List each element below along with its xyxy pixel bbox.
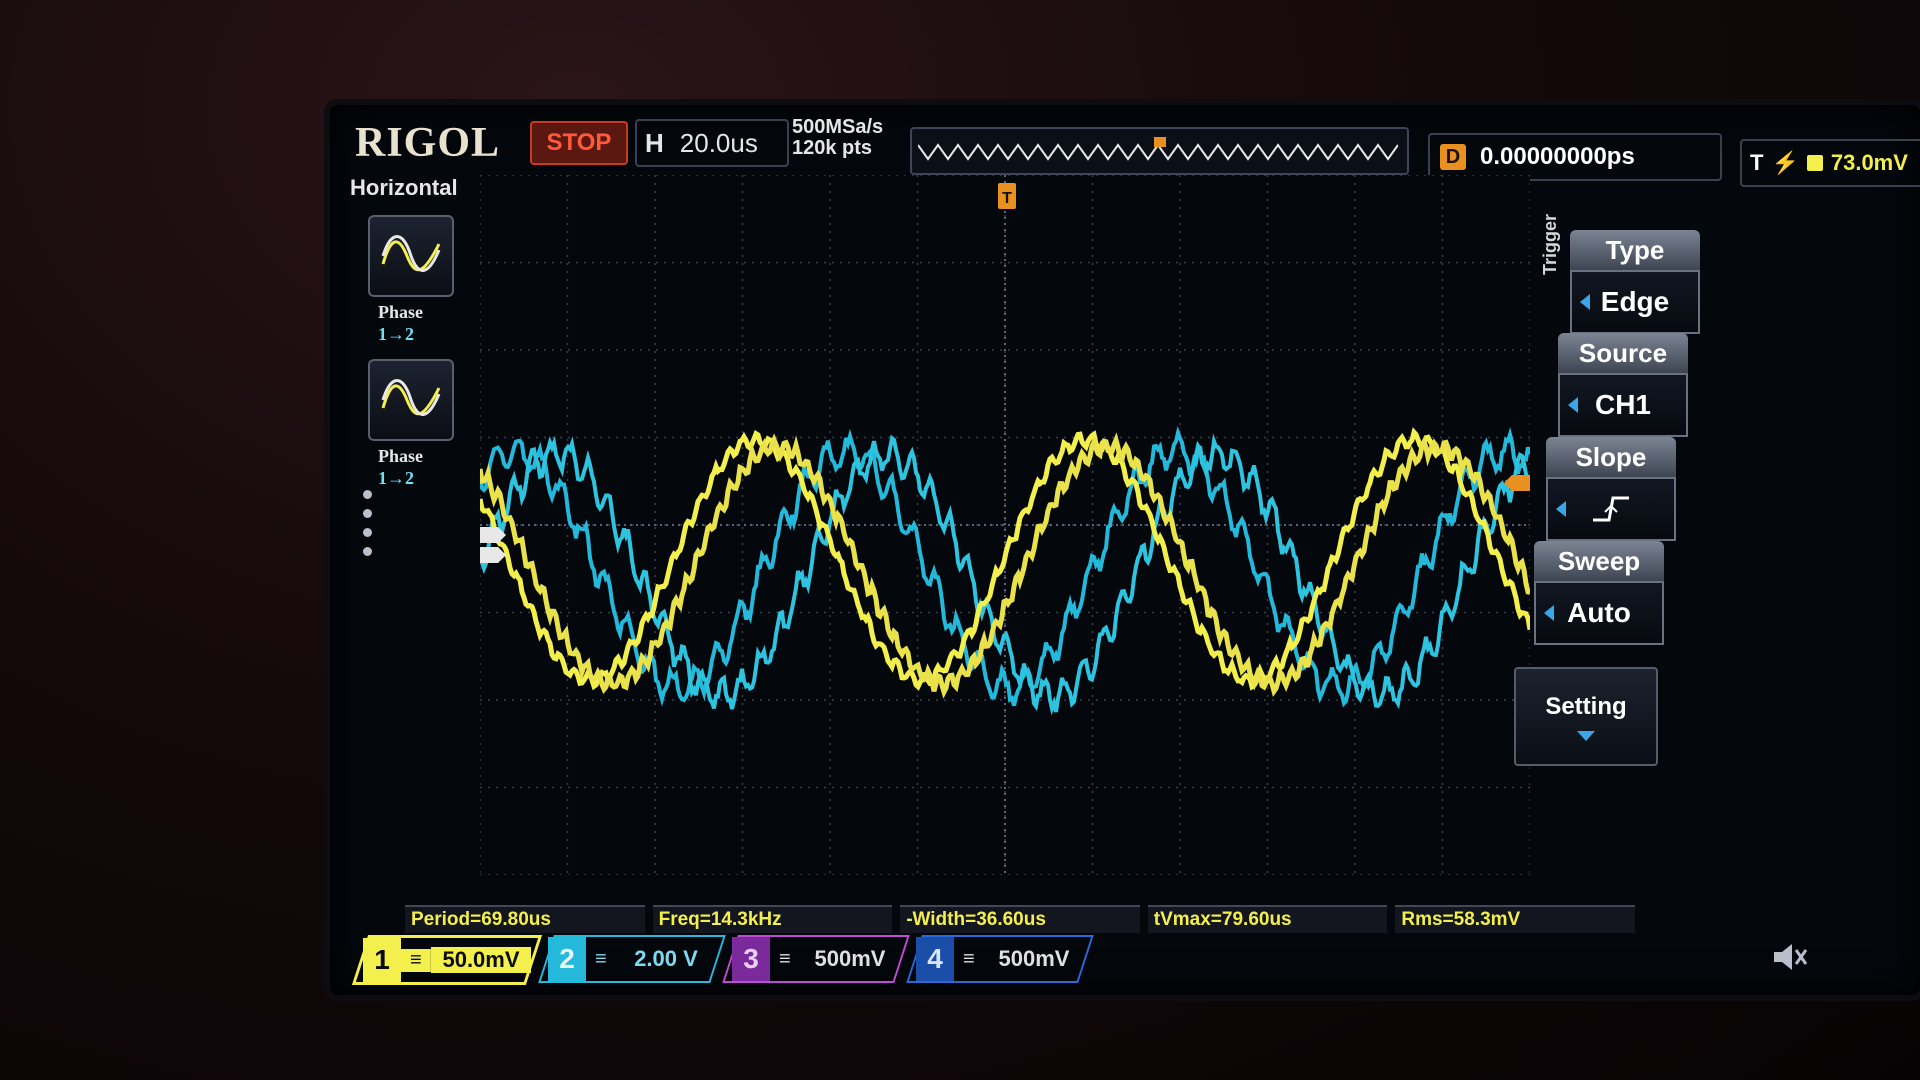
ch1-color-swatch bbox=[1806, 155, 1823, 171]
channel-2-scale: 2.00 V bbox=[634, 946, 698, 971]
trigger-source-item[interactable]: Source CH1 bbox=[1558, 333, 1688, 437]
measure-neg-width[interactable]: -Width=36.60us bbox=[900, 905, 1140, 933]
channel-3-scale: 500mV bbox=[814, 946, 886, 971]
measure-rms[interactable]: Rms=58.3mV bbox=[1395, 905, 1635, 933]
trigger-sweep-text: Auto bbox=[1567, 597, 1631, 628]
trigger-sweep-value[interactable]: Auto bbox=[1534, 581, 1664, 645]
channel-4-scale: 500mV bbox=[998, 946, 1070, 971]
phase-button-2[interactable] bbox=[368, 359, 454, 441]
phase-label-1: Phase 1→2 bbox=[378, 301, 455, 345]
trigger-type-text: Edge bbox=[1600, 286, 1670, 317]
phase-text-2: Phase bbox=[378, 446, 423, 466]
phase-sub-1: 1→2 bbox=[378, 324, 414, 344]
horizontal-label: H bbox=[645, 127, 664, 158]
left-arrow-icon bbox=[1544, 605, 1554, 621]
channel-3-number: 3 bbox=[732, 937, 770, 981]
measure-freq[interactable]: Freq=14.3kHz bbox=[652, 905, 893, 933]
trigger-status-box[interactable]: T ⚡ 73.0mV bbox=[1740, 139, 1920, 187]
waveform-grid: T bbox=[480, 175, 1530, 875]
left-arrow-icon bbox=[1580, 294, 1590, 310]
trigger-label: T bbox=[1750, 150, 1764, 175]
channel-2-tab[interactable]: 2 ≡ 2.00 V bbox=[538, 935, 726, 983]
waveform-icon bbox=[381, 379, 441, 416]
channel-3-tab[interactable]: 3 ≡ 500mV bbox=[722, 935, 910, 983]
delay-value: 0.00000000ps bbox=[1480, 143, 1635, 170]
phase-button-1[interactable] bbox=[368, 215, 454, 297]
memory-waveform-icon bbox=[918, 137, 1398, 161]
left-arrow-icon bbox=[1556, 501, 1566, 517]
trigger-slope-item[interactable]: Slope bbox=[1546, 437, 1676, 541]
channel-4-tab[interactable]: 4 ≡ 500mV bbox=[906, 935, 1094, 983]
rising-edge-icon: ⚡ bbox=[1771, 150, 1799, 175]
trigger-setting-button[interactable]: Setting bbox=[1514, 667, 1658, 766]
memory-overview bbox=[910, 127, 1409, 175]
trigger-sweep-header: Sweep bbox=[1534, 541, 1664, 581]
timebase-box[interactable]: H 20.0us bbox=[635, 119, 789, 167]
setting-label: Setting bbox=[1545, 692, 1627, 720]
measure-tvmax[interactable]: tVmax=79.60us bbox=[1147, 905, 1388, 933]
delay-box[interactable]: D 0.00000000ps bbox=[1428, 133, 1722, 181]
horizontal-panel: Horizontal Phase 1→2 Phase 1→2 bbox=[350, 175, 458, 489]
timebase-value: 20.0us bbox=[679, 127, 758, 158]
phase-text-1: Phase bbox=[378, 302, 423, 322]
channel-2-number: 2 bbox=[548, 937, 586, 981]
left-arrow-icon bbox=[1568, 397, 1578, 413]
trigger-level: 73.0mV bbox=[1830, 150, 1908, 175]
trigger-source-value[interactable]: CH1 bbox=[1558, 373, 1688, 437]
trigger-slope-value[interactable] bbox=[1546, 477, 1676, 541]
dc-coupling-icon: ≡ bbox=[595, 947, 607, 970]
channel-bar: 1 ≡ 50.0mV 2 ≡ 2.00 V 3 ≡ 500mV 4 ≡ 500m… bbox=[351, 935, 1098, 985]
trigger-source-header: Source bbox=[1558, 333, 1688, 373]
sample-rate: 500MSa/s bbox=[792, 116, 884, 138]
trigger-sweep-item[interactable]: Sweep Auto bbox=[1534, 541, 1664, 645]
channel-4-number: 4 bbox=[916, 937, 954, 981]
measure-period[interactable]: Period=69.80us bbox=[405, 905, 645, 933]
sample-points: 120k pts bbox=[792, 137, 873, 159]
run-stop-status[interactable]: STOP bbox=[530, 121, 628, 165]
more-dots-icon[interactable] bbox=[363, 490, 372, 556]
channel-1-tab[interactable]: 1 ≡ 50.0mV bbox=[351, 935, 543, 985]
dc-coupling-icon: ≡ bbox=[963, 947, 975, 970]
trigger-type-value[interactable]: Edge bbox=[1570, 270, 1700, 334]
channel-1-number: 1 bbox=[363, 938, 401, 982]
trigger-menu-title: Trigger bbox=[1540, 213, 1560, 275]
delay-label: D bbox=[1440, 144, 1466, 170]
speaker-muted-icon[interactable] bbox=[1770, 940, 1830, 976]
trigger-type-header: Type bbox=[1570, 230, 1700, 270]
sample-info: 500MSa/s 120k pts bbox=[792, 117, 883, 159]
rigol-logo: RIGOL bbox=[355, 120, 501, 166]
scope-screen: RIGOL STOP H 20.0us 500MSa/s 120k pts D … bbox=[330, 105, 1920, 995]
horizontal-panel-title: Horizontal bbox=[350, 175, 458, 200]
trigger-position-marker[interactable]: T bbox=[998, 183, 1016, 209]
rising-edge-icon bbox=[1593, 496, 1629, 522]
phase-label-2: Phase 1→2 bbox=[378, 445, 455, 489]
trigger-slope-header: Slope bbox=[1546, 437, 1676, 477]
waveform-icon bbox=[381, 235, 441, 272]
phase-sub-2: 1→2 bbox=[378, 468, 414, 488]
measurement-bar: Period=69.80us Freq=14.3kHz -Width=36.60… bbox=[405, 905, 1635, 933]
trigger-marker-label: T bbox=[1002, 190, 1012, 207]
trigger-type-item[interactable]: Type Edge bbox=[1570, 230, 1700, 334]
dc-coupling-icon: ≡ bbox=[779, 947, 791, 970]
chevron-down-icon bbox=[1577, 730, 1595, 741]
trigger-source-text: CH1 bbox=[1594, 389, 1651, 420]
dc-coupling-icon: ≡ bbox=[401, 948, 431, 972]
channel-1-scale: 50.0mV bbox=[431, 947, 531, 973]
